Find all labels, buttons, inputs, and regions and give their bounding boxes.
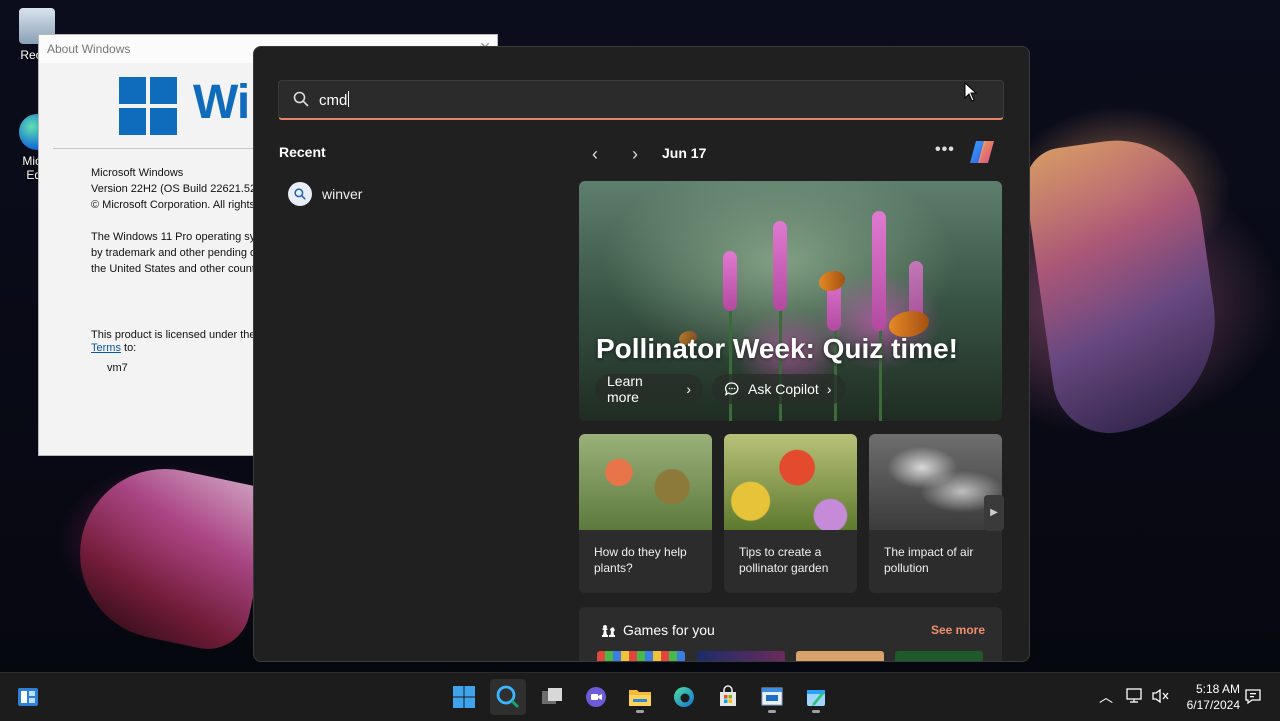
recent-item-winver[interactable]: winver [288, 181, 362, 207]
ask-copilot-label: Ask Copilot [748, 381, 819, 397]
chat-icon [586, 687, 606, 707]
trademark-line-2: by trademark and other pending o [91, 247, 257, 259]
more-options-icon[interactable]: ••• [935, 141, 955, 159]
copyright-line: © Microsoft Corporation. All rights [91, 199, 255, 211]
show-hidden-icons-chevron-icon[interactable]: ︿ [1099, 687, 1113, 707]
copilot-icon[interactable] [967, 137, 997, 167]
taskbar: ︿ 5:18 AM 6/17/2024 [0, 672, 1280, 721]
edge-icon [674, 687, 694, 707]
card-caption: How do they help plants? [594, 545, 687, 575]
search-query-text: cmd [319, 92, 348, 109]
notepad-icon [807, 690, 825, 706]
hero-card[interactable]: Pollinator Week: Quiz time! Learn more ›… [579, 181, 1002, 421]
terms-link[interactable]: Terms [91, 342, 121, 354]
chat-bubble-icon [724, 382, 739, 396]
clock-date: 6/17/2024 [1186, 698, 1240, 712]
task-view-icon [542, 688, 562, 704]
garden-flowers-image [724, 434, 857, 530]
card-caption: Tips to create a pollinator garden [739, 545, 829, 575]
news-card[interactable]: The impact of air pollution [869, 434, 1002, 593]
butterfly-image [819, 271, 845, 291]
news-card[interactable]: Tips to create a pollinator garden [724, 434, 857, 593]
running-indicator [812, 710, 820, 713]
chevron-right-icon: › [686, 381, 691, 397]
file-explorer-icon [629, 690, 651, 706]
text-caret [348, 91, 350, 107]
flower-bloom [723, 251, 737, 311]
product-name: Microsoft Windows [91, 167, 184, 179]
game-tile[interactable] [697, 651, 785, 661]
news-card[interactable]: How do they help plants? [579, 434, 712, 593]
file-explorer-button[interactable] [622, 679, 658, 715]
clock-time: 5:18 AM [1195, 682, 1240, 696]
chat-button[interactable] [578, 679, 614, 715]
task-view-button[interactable] [534, 679, 570, 715]
games-section: Games for you See more [579, 607, 1002, 661]
learn-more-button[interactable]: Learn more › [595, 373, 703, 405]
trademark-line-3: the United States and other count [91, 263, 255, 275]
system-clock[interactable]: 5:18 AM 6/17/2024 [1180, 681, 1240, 713]
search-icon [293, 91, 309, 107]
smokestack-image [869, 434, 1002, 530]
scroll-right-icon[interactable]: ▶ [984, 495, 1004, 531]
see-more-link[interactable]: See more [931, 623, 985, 637]
running-indicator [768, 710, 776, 713]
game-tile[interactable] [796, 651, 884, 661]
game-tile[interactable] [895, 651, 983, 661]
trademark-line-1: The Windows 11 Pro operating sys [91, 231, 261, 243]
notepad-button[interactable] [798, 679, 834, 715]
hummingbird-image [579, 434, 712, 530]
card-caption: The impact of air pollution [884, 545, 974, 575]
terms-suffix: to: [120, 342, 137, 354]
game-tile[interactable] [597, 651, 685, 661]
search-icon [496, 685, 520, 709]
network-icon[interactable] [1126, 688, 1144, 704]
previous-arrow-icon[interactable]: ‹ [583, 143, 607, 167]
chevron-right-icon: › [826, 381, 832, 397]
learn-more-label: Learn more [607, 373, 643, 405]
search-input[interactable]: cmd [278, 80, 1004, 120]
games-heading: Games for you [623, 622, 715, 638]
next-arrow-icon[interactable]: › [623, 143, 647, 167]
store-icon [720, 685, 736, 706]
search-icon [288, 182, 312, 206]
licensee-name: vm7 [107, 362, 128, 374]
running-indicator [636, 710, 644, 713]
widgets-icon [18, 688, 38, 706]
about-windows-taskbar-button[interactable] [754, 679, 790, 715]
start-button[interactable] [446, 679, 482, 715]
search-query: cmd [319, 91, 350, 109]
terms-line: Terms to: [91, 340, 136, 356]
highlight-date: Jun 17 [662, 145, 707, 161]
windows-wordmark: Wi [193, 76, 250, 129]
notifications-icon[interactable] [1245, 688, 1261, 706]
hero-headline: Pollinator Week: Quiz time! [596, 333, 958, 364]
start-icon [453, 686, 475, 708]
chess-pieces-icon [602, 624, 615, 637]
version-line: Version 22H2 (OS Build 22621.525 [91, 183, 263, 195]
search-button[interactable] [490, 679, 526, 715]
flower-bloom [872, 211, 886, 331]
mouse-cursor-icon [964, 82, 978, 102]
edge-button[interactable] [666, 679, 702, 715]
flower-bloom [773, 221, 787, 311]
volume-muted-icon[interactable] [1152, 688, 1170, 704]
store-button[interactable] [710, 679, 746, 715]
widgets-button[interactable] [10, 679, 46, 715]
about-windows-icon [761, 687, 783, 706]
windows-logo-icon [119, 77, 177, 135]
ask-copilot-button[interactable]: Ask Copilot › [712, 374, 846, 404]
recent-item-label: winver [322, 186, 363, 202]
search-flyout[interactable]: cmd Recent winver ‹ › Jun 17 ••• Pollina… [253, 46, 1030, 662]
recent-heading: Recent [279, 144, 326, 160]
